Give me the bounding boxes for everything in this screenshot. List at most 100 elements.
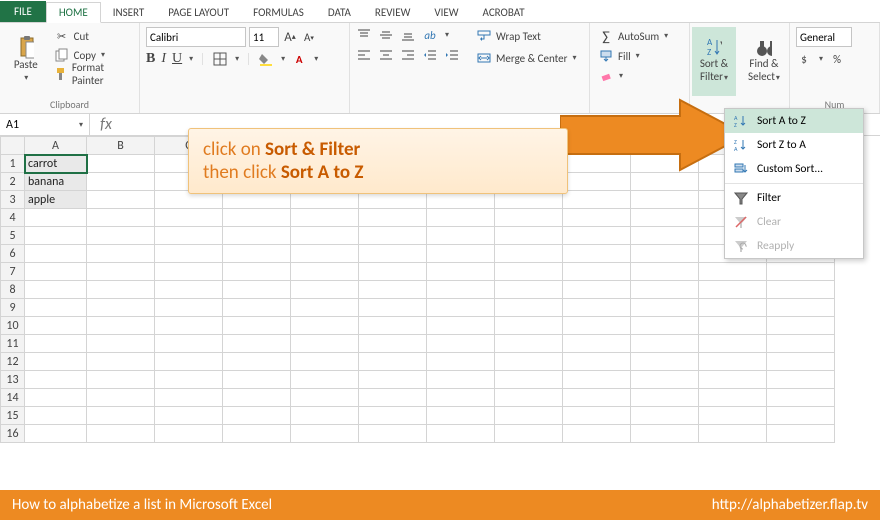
- merge-center-button[interactable]: Merge & Center▾: [474, 49, 579, 67]
- row-header-10[interactable]: 10: [1, 317, 25, 335]
- clear-button[interactable]: ▾: [596, 67, 683, 85]
- decrease-indent-icon[interactable]: [422, 47, 438, 63]
- tab-file[interactable]: FILE: [0, 1, 46, 22]
- menu-custom-sort[interactable]: Custom Sort...: [725, 157, 863, 181]
- sort-za-icon: ZA: [733, 137, 749, 153]
- fill-button[interactable]: Fill▾: [596, 47, 683, 65]
- funnel-icon: [733, 190, 749, 206]
- row-header-7[interactable]: 7: [1, 263, 25, 281]
- col-header-A[interactable]: A: [25, 137, 87, 155]
- tab-acrobat[interactable]: ACROBAT: [471, 3, 537, 22]
- select-all-corner[interactable]: [1, 137, 25, 155]
- font-size-select[interactable]: [249, 27, 279, 47]
- borders-button[interactable]: [212, 51, 228, 67]
- menu-reapply: Reapply: [725, 234, 863, 258]
- fill-color-button[interactable]: [258, 51, 274, 67]
- percent-icon[interactable]: %: [829, 51, 845, 67]
- fill-label: Fill: [618, 50, 631, 63]
- autosum-button[interactable]: ∑AutoSum▾: [596, 27, 683, 45]
- align-middle-icon[interactable]: [378, 27, 394, 43]
- col-header-B[interactable]: B: [87, 137, 155, 155]
- orientation-icon[interactable]: ab: [422, 27, 438, 43]
- increase-font-icon[interactable]: A▴: [282, 29, 298, 45]
- decrease-font-icon[interactable]: A▾: [301, 29, 317, 45]
- italic-button[interactable]: I: [161, 51, 166, 67]
- svg-text:A: A: [734, 145, 738, 152]
- svg-text:Z: Z: [734, 121, 737, 128]
- binoculars-icon: [756, 40, 772, 56]
- row-header-3[interactable]: 3: [1, 191, 25, 209]
- merge-icon: [476, 50, 492, 66]
- row-header-6[interactable]: 6: [1, 245, 25, 263]
- tab-strip: FILE HOME INSERT PAGE LAYOUT FORMULAS DA…: [0, 0, 880, 22]
- align-center-icon[interactable]: [378, 47, 394, 63]
- find-select-button[interactable]: Find &Select▾: [742, 27, 786, 96]
- bold-button[interactable]: B: [146, 51, 155, 67]
- row-header-1[interactable]: 1: [1, 155, 25, 173]
- paste-button[interactable]: Paste▾: [6, 27, 46, 96]
- sort-filter-menu: AZSort A to Z ZASort Z to A Custom Sort.…: [724, 108, 864, 259]
- menu-sort-za[interactable]: ZASort Z to A: [725, 133, 863, 157]
- tab-view[interactable]: VIEW: [422, 3, 470, 22]
- copy-icon: [54, 47, 70, 63]
- number-format-select[interactable]: [796, 27, 852, 47]
- increase-indent-icon[interactable]: [444, 47, 460, 63]
- row-header-4[interactable]: 4: [1, 209, 25, 227]
- currency-icon[interactable]: $: [796, 51, 812, 67]
- tab-formulas[interactable]: FORMULAS: [241, 3, 316, 22]
- footer-url: http://alphabetizer.flap.tv: [712, 496, 868, 514]
- cell-A3[interactable]: apple: [25, 191, 87, 209]
- merge-center-label: Merge & Center: [496, 52, 568, 65]
- sort-az-icon: AZ: [733, 113, 749, 129]
- row-header-9[interactable]: 9: [1, 299, 25, 317]
- row-header-5[interactable]: 5: [1, 227, 25, 245]
- font-color-button[interactable]: A: [291, 51, 307, 67]
- font-name-select[interactable]: [146, 27, 246, 47]
- row-header-14[interactable]: 14: [1, 389, 25, 407]
- custom-sort-icon: [733, 161, 749, 177]
- tab-home[interactable]: HOME: [46, 2, 101, 23]
- name-box[interactable]: A1▾: [0, 114, 90, 135]
- paste-icon: [18, 40, 34, 56]
- brush-icon: [54, 66, 68, 82]
- align-top-icon[interactable]: [356, 27, 372, 43]
- cut-label: Cut: [74, 30, 89, 43]
- fx-icon[interactable]: fx: [94, 117, 118, 133]
- row-header-12[interactable]: 12: [1, 353, 25, 371]
- menu-filter[interactable]: Filter: [725, 186, 863, 210]
- paste-label: Paste: [14, 58, 38, 71]
- align-left-icon[interactable]: [356, 47, 372, 63]
- tab-data[interactable]: DATA: [316, 3, 363, 22]
- align-bottom-icon[interactable]: [400, 27, 416, 43]
- tab-page-layout[interactable]: PAGE LAYOUT: [156, 3, 241, 22]
- autosum-label: AutoSum: [618, 30, 659, 43]
- tab-review[interactable]: REVIEW: [363, 3, 423, 22]
- row-header-2[interactable]: 2: [1, 173, 25, 191]
- instruction-arrow: [560, 98, 750, 172]
- sort-filter-button[interactable]: AZ Sort &Filter▾: [692, 27, 736, 96]
- sigma-icon: ∑: [598, 28, 614, 44]
- cut-button[interactable]: ✂Cut: [52, 27, 133, 45]
- format-painter-label: Format Painter: [72, 61, 131, 87]
- row-header-16[interactable]: 16: [1, 425, 25, 443]
- tab-insert[interactable]: INSERT: [101, 3, 157, 22]
- footer-title: How to alphabetize a list in Microsoft E…: [12, 496, 272, 514]
- underline-button[interactable]: U: [172, 51, 182, 67]
- tutorial-footer: How to alphabetize a list in Microsoft E…: [0, 490, 880, 520]
- row-header-15[interactable]: 15: [1, 407, 25, 425]
- row-header-8[interactable]: 8: [1, 281, 25, 299]
- row-header-11[interactable]: 11: [1, 335, 25, 353]
- align-right-icon[interactable]: [400, 47, 416, 63]
- sort-filter-icon: AZ: [706, 40, 722, 56]
- instruction-callout: click on Sort & Filter then click Sort A…: [188, 128, 568, 194]
- cell-A1[interactable]: carrot: [25, 155, 87, 173]
- fill-down-icon: [598, 48, 614, 64]
- clipboard-group-label: Clipboard: [6, 96, 133, 111]
- menu-sort-az[interactable]: AZSort A to Z: [725, 109, 863, 133]
- wrap-text-label: Wrap Text: [496, 30, 541, 43]
- wrap-icon: [476, 28, 492, 44]
- wrap-text-button[interactable]: Wrap Text: [474, 27, 579, 45]
- cell-A2[interactable]: banana: [25, 173, 87, 191]
- row-header-13[interactable]: 13: [1, 371, 25, 389]
- format-painter-button[interactable]: Format Painter: [52, 65, 133, 83]
